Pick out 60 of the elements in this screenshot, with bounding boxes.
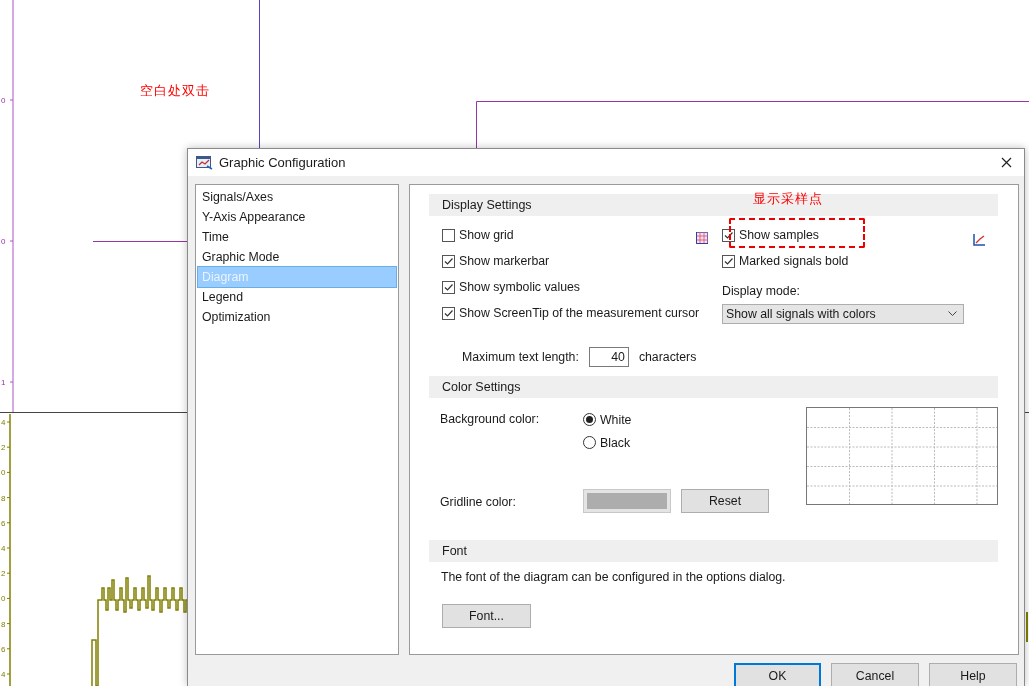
window-title: Graphic Configuration [219,155,347,170]
checkbox-label: Show symbolic values [459,280,580,294]
checkbox[interactable] [442,228,455,242]
color-swatch-button[interactable] [583,489,671,513]
dialog-button[interactable]: OK [734,663,821,686]
field-label: Background color: [440,412,541,426]
reset-button[interactable]: Reset [681,489,769,513]
display-mode-dropdown[interactable]: Show all signals with colors [722,304,964,324]
radio-button[interactable] [583,436,596,449]
chart-icon [973,234,985,246]
font-description: The font of the diagram can be configured in the options dialog. [440,569,787,586]
section-heading: Color Settings [429,376,998,398]
unit-label: characters [638,350,697,364]
grid-icon [696,232,708,244]
field-label: Gridline color: [440,495,517,509]
checkbox-label: Show ScreenTip of the measurement cursor [459,306,700,320]
axis-tick-label: 1 [1,378,6,387]
axis-tick-label: 0 [1,468,6,478]
field-label: Maximum text length: [462,350,579,364]
axis-tick-label: 0 [1,594,6,604]
font-button[interactable]: Font... [442,604,531,628]
checkbox[interactable] [442,254,455,268]
axis-tick-label: 0 [1,237,6,246]
checkbox[interactable] [442,306,455,320]
axis-tick-label: 6 [1,644,6,654]
signal-line [1026,611,1028,643]
annotation-text: 显示采样点 [753,190,823,208]
nav-item[interactable]: Signals/Axes [198,187,396,207]
axis-tick-label: 2 [1,443,6,453]
axis-tick-label: 4 [1,544,6,553]
radio-label: White [600,412,632,427]
nav-item[interactable]: Y-Axis Appearance [198,207,396,227]
axis-tick-label: 0 [1,96,6,105]
nav-item[interactable]: Time [198,227,396,247]
close-icon[interactable] [1001,157,1012,168]
checkbox-label: Show grid [459,228,514,242]
section-heading: Font [429,540,998,562]
dialog-button[interactable]: Help [929,663,1017,686]
radio-button[interactable] [583,413,596,426]
axis-tick-label: 4 [1,670,6,679]
checkbox[interactable] [442,280,455,294]
axis-tick-label: 2 [1,569,6,579]
checkbox-label: Show markerbar [459,254,550,268]
nav-item[interactable]: Graphic Mode [198,247,396,267]
number-field[interactable]: 40 [588,347,629,367]
radio-label: Black [600,435,631,450]
field-label: Display mode: [722,283,801,300]
annotation-text: 空白处双击 [140,82,210,100]
nav-item[interactable]: Optimization [198,307,396,327]
checkbox-label: Show samples [739,228,819,242]
checkbox[interactable] [722,254,735,268]
axis-tick-label: 6 [1,518,6,528]
axis-tick-label: 4 [1,418,6,427]
axis-tick-label: 8 [1,619,6,629]
chevron-down-icon [948,311,957,317]
checkbox-label: Marked signals bold [739,254,849,268]
dialog-button[interactable]: Cancel [831,663,919,686]
axis-tick-label: 8 [1,493,6,503]
nav-item[interactable]: Legend [198,287,396,307]
chart-window-icon [196,155,213,170]
